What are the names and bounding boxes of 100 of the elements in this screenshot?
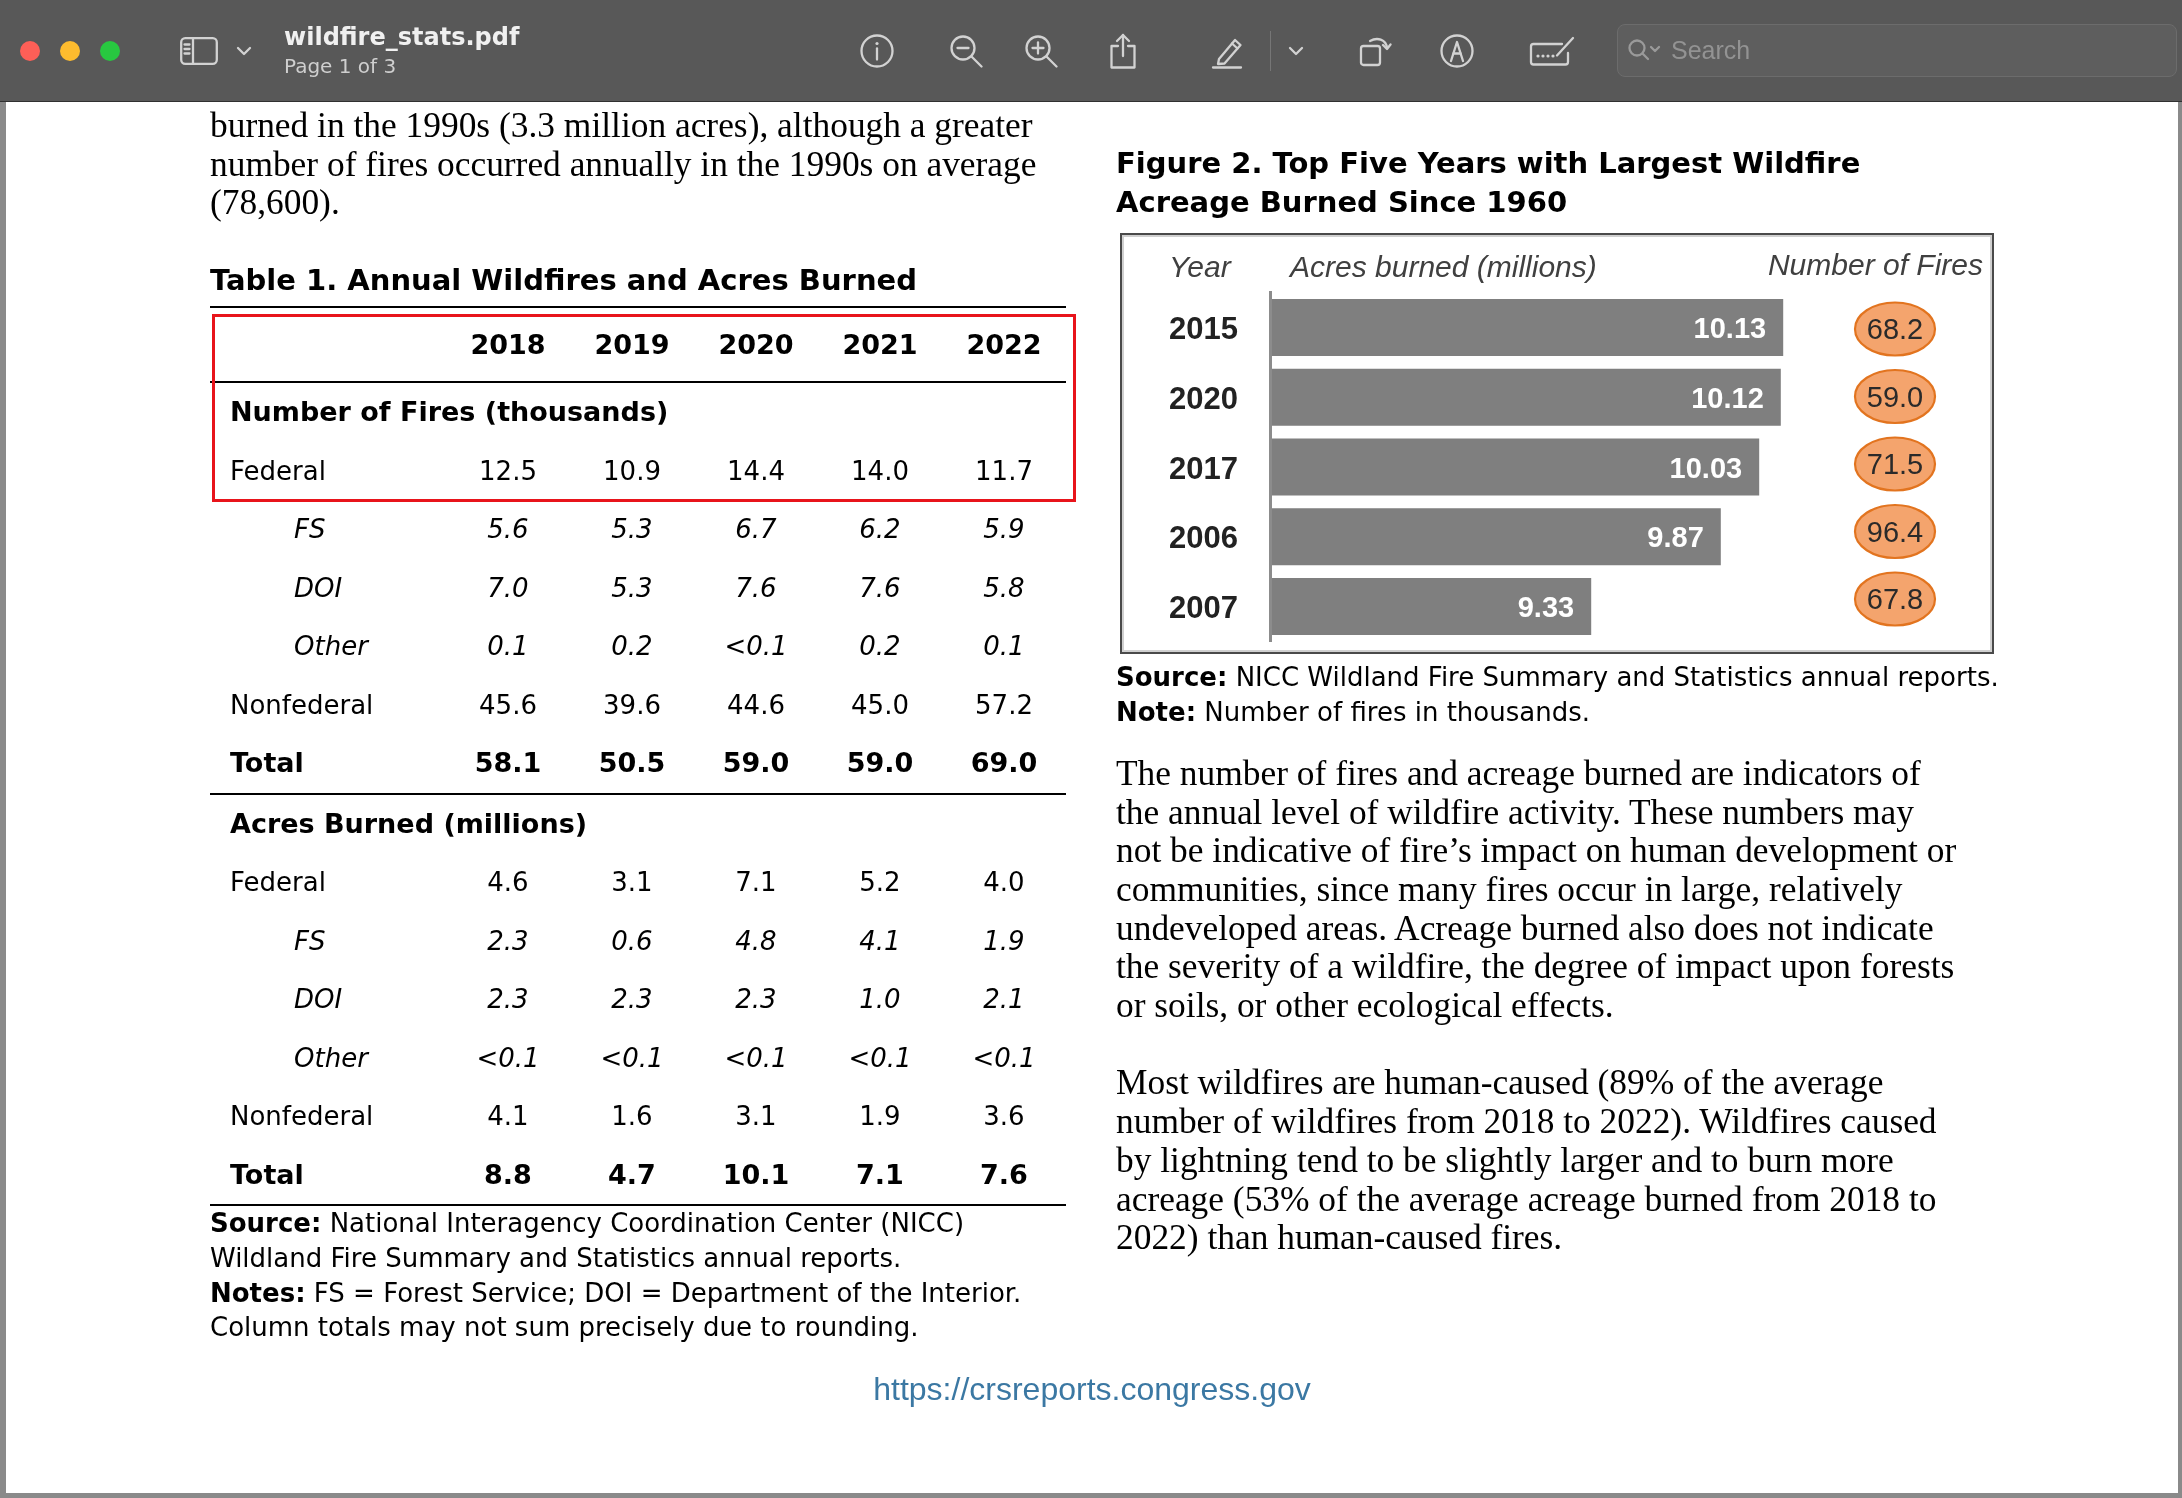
- column-heading: Number of Fires: [1767, 248, 1983, 282]
- table-cell-text: 39.6: [603, 688, 661, 722]
- table-cell-text: 0.6: [611, 924, 653, 958]
- row-label: Other: [293, 630, 371, 664]
- chevron-down-icon[interactable]: [236, 45, 252, 56]
- table-cell-text: 4.1: [487, 1100, 529, 1134]
- table-cell: 4.7: [608, 1157, 656, 1192]
- info-icon[interactable]: [860, 33, 894, 68]
- table-cell-text: 5.3: [611, 513, 653, 547]
- table-cell-text: 1.0: [859, 983, 901, 1017]
- search-icon: [1627, 38, 1663, 62]
- table-cell-text: <0.1: [724, 630, 788, 664]
- table-cell-text: <0.1: [724, 1041, 788, 1075]
- share-icon[interactable]: [1108, 32, 1138, 69]
- page-indicator: Page 1 of 3: [284, 52, 398, 80]
- fire-count-bubble: 68.2: [1853, 301, 1937, 357]
- figure-title: Figure 2. Top Five Years with Largest Wildfire Acreage Burned Since 1960: [1116, 145, 1862, 221]
- section-heading: Number of Fires (thousands): [229, 395, 670, 430]
- fire-count-bubble: 96.4: [1853, 504, 1937, 560]
- table-cell-text: 7.6: [859, 571, 901, 605]
- row-label: Nonfederal: [229, 688, 375, 722]
- table-cell: 58.1: [474, 746, 542, 781]
- paragraph: The number of fires and acreage burned are indicators of the annual level of wildfire activity. These numbers may not be indicative of fire’s impact on human development or communities, since many fires occur in large, relatively undeveloped areas. Acreage burned also does not indicate the severity of a wildfire, the degree of impact upon forests or soils, or other ecological effects.: [1116, 753, 1958, 1025]
- column-header: 2018: [470, 327, 546, 362]
- bar-value-label: 10.12: [1691, 382, 1764, 415]
- bar-value-label: 9.33: [1517, 591, 1575, 624]
- table-cell-text: 7.1: [735, 866, 777, 900]
- table-cell-text: <0.1: [476, 1041, 540, 1075]
- table-cell-text: 1.9: [983, 924, 1025, 958]
- minimize-icon[interactable]: [60, 40, 80, 61]
- table-cell-text: <0.1: [600, 1041, 664, 1075]
- category-label: 2007: [1169, 590, 1238, 626]
- table-cell-text: 2.3: [487, 983, 529, 1017]
- zoom-in-icon[interactable]: [1024, 33, 1058, 68]
- table-cell: 59.0: [722, 746, 790, 781]
- column-header: 2019: [594, 327, 670, 362]
- category-label: 2020: [1169, 381, 1238, 417]
- table-cell-text: 1.9: [859, 1100, 901, 1134]
- column-header: 2021: [842, 327, 918, 362]
- row-label: Nonfederal: [229, 1100, 375, 1134]
- figure-note: Note: Number of fires in thousands.: [1116, 696, 1591, 730]
- table-cell-text: 0.2: [859, 630, 901, 664]
- table-cell: 7.1: [856, 1157, 904, 1192]
- table-title: Table 1. Annual Wildfires and Acres Burned: [210, 262, 1066, 309]
- pen-nib-circle-icon[interactable]: [1440, 33, 1474, 68]
- table-cell: 10.1: [722, 1157, 790, 1192]
- table-cell-text: 4.8: [735, 924, 777, 958]
- row-label: Total: [229, 1157, 305, 1192]
- row-label: Total: [229, 746, 305, 781]
- table-cell-text: 14.4: [727, 454, 785, 488]
- row-label: DOI: [293, 571, 344, 605]
- fullscreen-icon[interactable]: [100, 40, 120, 61]
- table-cell-text: 2.1: [983, 983, 1025, 1017]
- fire-count-bubble: 59.0: [1853, 369, 1937, 425]
- table-note: Source: National Interagency Coordination Center (NICC) Wildland Fire Summary and Statistics annual reports.: [210, 1207, 966, 1275]
- table-cell: 69.0: [970, 746, 1038, 781]
- table-cell-text: 12.5: [479, 454, 537, 488]
- table-cell-text: 0.1: [487, 630, 529, 664]
- row-label: DOI: [293, 983, 344, 1017]
- table-cell-text: 4.1: [859, 924, 901, 958]
- row-label: FS: [293, 513, 327, 547]
- table-cell-text: 7.6: [735, 571, 777, 605]
- table-cell-text: 0.1: [983, 630, 1025, 664]
- table-cell-text: 3.1: [735, 1100, 777, 1134]
- fire-count-bubble: 71.5: [1853, 436, 1937, 492]
- row-label: Other: [293, 1041, 371, 1075]
- category-label: 2015: [1169, 311, 1238, 347]
- table-cell: 8.8: [484, 1157, 532, 1192]
- bar-value-label: 10.13: [1693, 312, 1767, 345]
- table-cell: 50.5: [598, 746, 666, 781]
- window-title: wildfire_stats.pdf: [284, 21, 520, 52]
- table-cell-text: 2.3: [611, 983, 653, 1017]
- table-cell: 7.6: [980, 1157, 1028, 1192]
- table-cell-text: 6.2: [859, 513, 901, 547]
- chevron-down-icon[interactable]: [1288, 45, 1304, 56]
- table-cell-text: 6.7: [735, 513, 777, 547]
- table-cell-text: 57.2: [975, 688, 1033, 722]
- category-label: 2017: [1169, 450, 1238, 486]
- sidebar-icon[interactable]: [180, 36, 218, 65]
- table-cell-text: 7.0: [487, 571, 529, 605]
- table-note: Notes: FS = Forest Service; DOI = Department of the Interior. Column totals may not sum precisely due to rounding.: [210, 1276, 1023, 1345]
- table-cell-text: 14.0: [851, 454, 909, 488]
- zoom-out-icon[interactable]: [949, 33, 983, 68]
- table-cell-text: 44.6: [727, 688, 785, 722]
- bar-value-label: 9.87: [1647, 521, 1704, 554]
- url-link[interactable]: https://crsreports.congress.gov: [873, 1370, 1311, 1407]
- paragraph: burned in the 1990s (3.3 million acres), although a greater number of fires occurred annually in the 1990s on average (78,600).: [210, 106, 1038, 223]
- table-cell-text: 45.6: [479, 688, 537, 722]
- section-heading: Acres Burned (millions): [229, 806, 589, 841]
- table-cell-text: 5.2: [859, 866, 901, 900]
- column-header: 2020: [718, 327, 794, 362]
- table-cell: 59.0: [846, 746, 914, 781]
- row-label: FS: [293, 924, 327, 958]
- table-cell-text: 5.9: [983, 513, 1025, 547]
- paragraph: Most wildfires are human-caused (89% of the average number of wildfires from 2018 to 2022). Wildfires caused by lightning tend to be slightly larger and to burn more acreage (53% of the average acreage burned from 2018 to 2022) than human-caused fires.: [1116, 1063, 1938, 1257]
- column-header: 2022: [966, 327, 1042, 362]
- row-label: Federal: [229, 866, 327, 900]
- bar-value-label: 10.03: [1669, 451, 1743, 484]
- table-cell-text: 4.0: [983, 866, 1025, 900]
- category-label: 2006: [1169, 520, 1238, 556]
